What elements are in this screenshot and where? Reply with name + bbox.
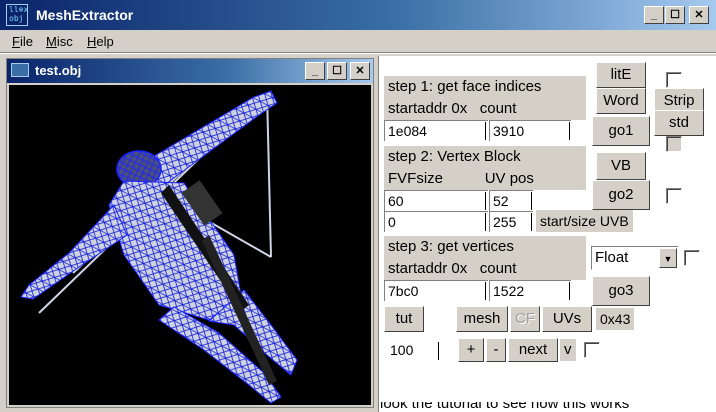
maximize-button[interactable]: ☐ [665,6,685,24]
step2-fvf-input[interactable]: 60 [384,190,488,211]
step2-fvf-label: FVFsize [388,170,444,187]
start-size-label: start/size UVB [536,210,633,232]
field-edge [485,192,486,210]
chevron-down-icon[interactable]: ▼ [659,248,677,268]
step3-label-box: step 3: get vertices startaddr 0x count [384,236,586,280]
step3-count-input[interactable]: 1522 [489,280,571,301]
close-button[interactable]: ✕ [689,6,709,24]
plus-button[interactable]: + [458,338,484,362]
go2-checkbox[interactable] [666,188,682,204]
step-value-input[interactable]: 100 [390,340,413,360]
lite-button[interactable]: litE [596,62,646,88]
tut-button[interactable]: tut [384,306,424,332]
v-label: v [560,339,576,361]
step1-count-label: count [479,100,517,117]
field-edge [485,282,486,300]
window-title: MeshExtractor [36,7,134,23]
menu-file[interactable]: File [12,34,33,49]
status-line: look the tutorial to see how this works [380,402,630,412]
step2-uv-label: UV pos [484,170,534,187]
menu-help[interactable]: Help [87,34,114,49]
step2-size-input[interactable]: 255 [489,211,533,232]
mesh-button[interactable]: mesh [456,306,508,332]
wireframe-mesh [20,90,298,404]
field-edge [485,122,486,140]
format-select-value: Float [595,249,629,266]
child-maximize-button[interactable]: ☐ [327,62,347,80]
minus-button[interactable]: - [486,338,506,362]
std-button[interactable]: std [654,110,704,136]
child-close-button[interactable]: ✕ [350,62,370,80]
vb-button[interactable]: VB [596,152,646,180]
step1-count-input[interactable]: 3910 [489,120,571,141]
go1-button[interactable]: go1 [592,116,650,146]
lite-checkbox[interactable] [666,72,682,88]
child-window-title: test.obj [35,63,82,78]
step3-addr-input[interactable]: 7bc0 [384,280,488,301]
field-edge [569,122,570,140]
child-minimize-button[interactable]: _ [305,62,325,80]
field-edge [569,282,570,300]
step1-label-box: step 1: get face indices startaddr 0x co… [384,76,586,120]
hex-label: 0x43 [596,308,635,330]
std-checkbox[interactable] [666,136,682,152]
step3-count-label: count [479,260,517,277]
step1-addr-label: startaddr 0x [388,100,468,117]
field-edge [531,213,532,231]
uvs-button[interactable]: UVs [542,306,592,332]
minimize-button[interactable]: _ [644,6,664,24]
step2-title: step 2: Vertex Block [388,148,521,165]
step3-title: step 3: get vertices [388,238,514,255]
child-window: test.obj _ ☐ ✕ [6,58,374,408]
word-button[interactable]: Word [596,88,646,114]
step2-uv-input[interactable]: 52 [489,190,533,211]
format-checkbox[interactable] [684,250,700,266]
mesh-viewport[interactable] [9,85,371,405]
step2-label-box: step 2: Vertex Block FVFsize UV pos [384,146,586,190]
field-edge [438,342,439,360]
app-icon[interactable]: ll⊗x obj [6,4,28,26]
go2-button[interactable]: go2 [592,180,650,210]
menu-separator [0,52,716,54]
step2-start-input[interactable]: 0 [384,211,488,232]
menu-misc[interactable]: Misc [46,34,73,49]
step1-title: step 1: get face indices [388,78,542,95]
v-checkbox[interactable] [584,342,600,358]
left-arm [20,204,128,300]
cf-button[interactable]: CF [510,306,540,332]
child-window-icon[interactable] [11,63,29,77]
go3-button[interactable]: go3 [592,276,650,306]
next-button[interactable]: next [508,338,558,362]
step1-addr-input[interactable]: 1e084 [384,120,488,141]
field-edge [485,213,486,231]
field-edge [531,192,532,210]
step3-addr-label: startaddr 0x [388,260,468,277]
